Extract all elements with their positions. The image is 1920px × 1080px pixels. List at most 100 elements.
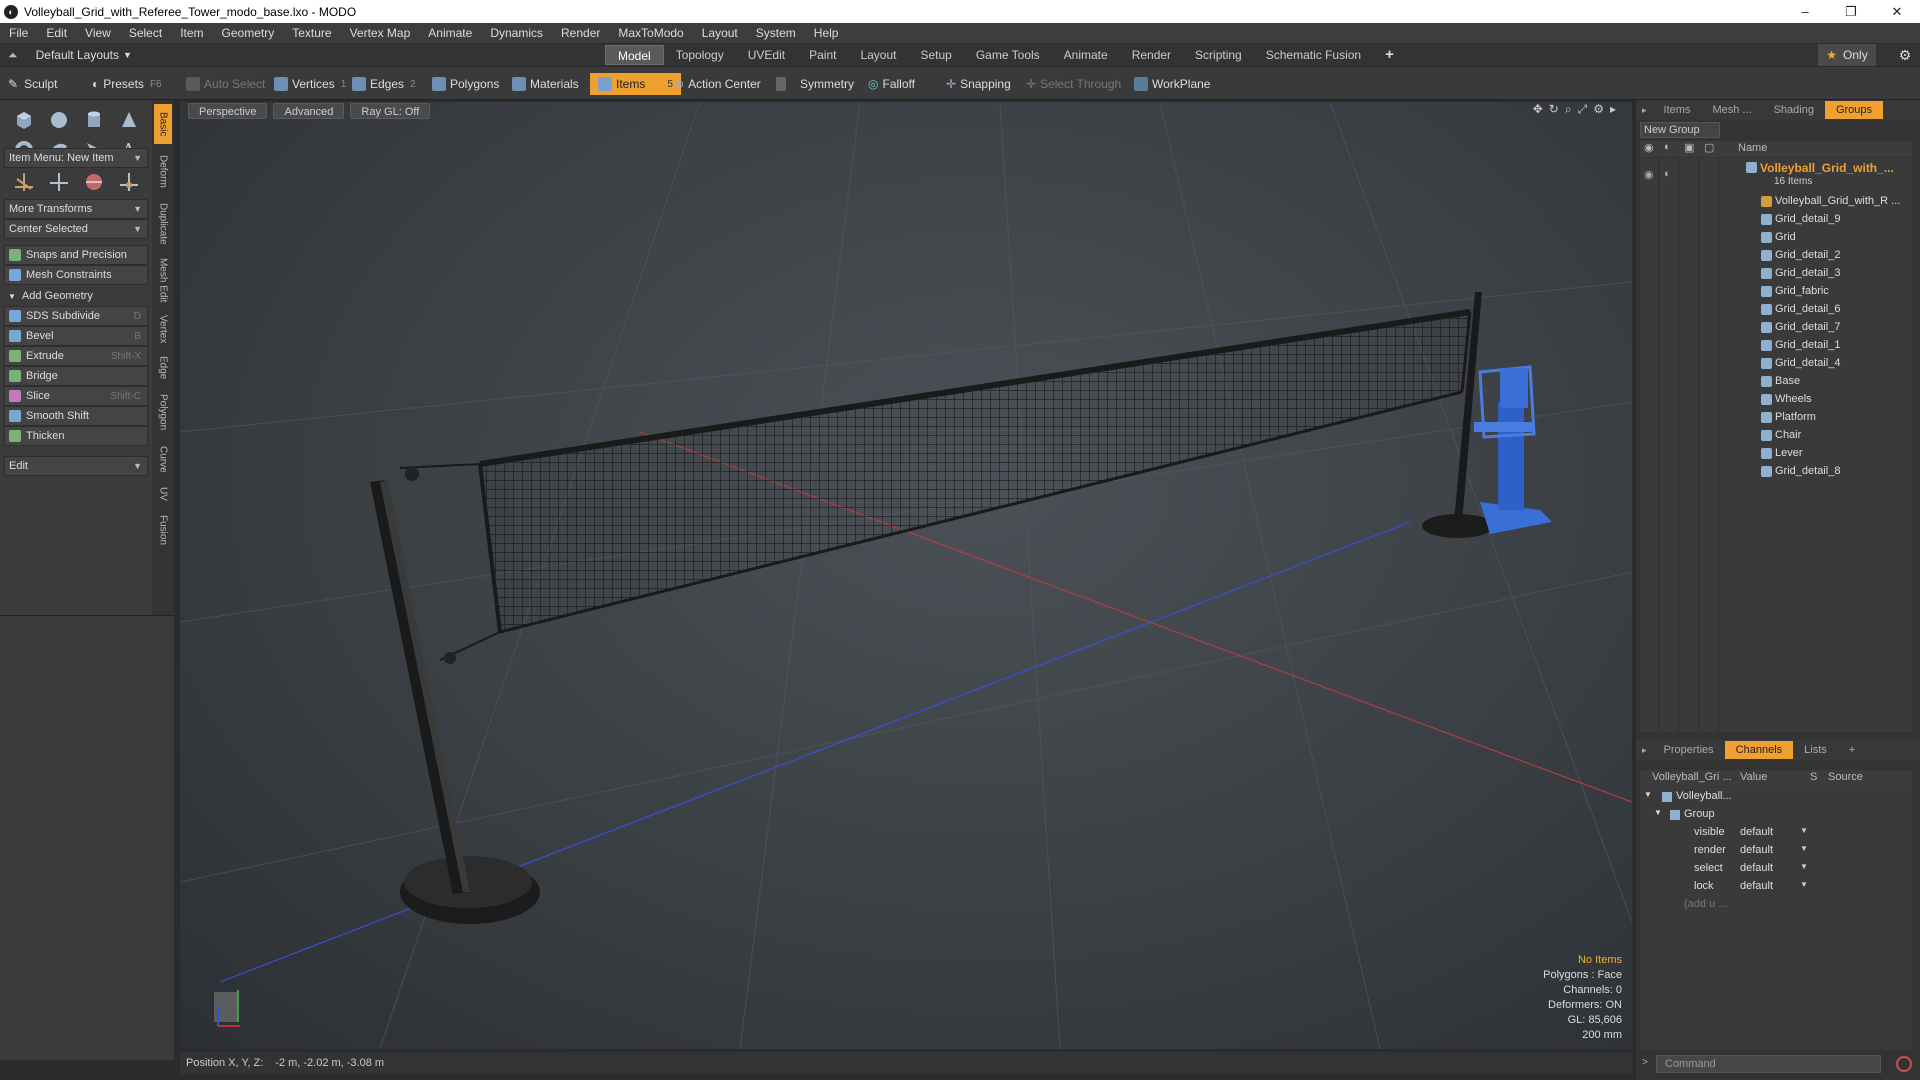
symmetry-button[interactable]: Symmetry [776, 73, 854, 95]
move-icon[interactable] [12, 170, 36, 194]
side-tab-polygon[interactable]: Polygon [154, 388, 172, 436]
eye-icon[interactable]: ◉ [1644, 141, 1654, 154]
tree-item[interactable]: Grid_fabric [1640, 282, 1912, 300]
add-user-channel[interactable]: (add u ... [1684, 898, 1727, 910]
side-tab-deform[interactable]: Deform [154, 148, 172, 194]
command-input[interactable]: Command [1656, 1055, 1881, 1073]
tab-uvedit[interactable]: UVEdit [736, 45, 797, 65]
chevron-down-icon[interactable]: ▼ [1800, 844, 1808, 853]
add-tab-button[interactable]: + [1838, 741, 1866, 759]
snapping-button[interactable]: ✛ Snapping [946, 73, 1011, 95]
item-menu-dropdown[interactable]: Item Menu: New Item ▼ [4, 148, 148, 168]
channel-value[interactable]: default [1740, 862, 1773, 874]
tree-item[interactable]: Volleyball_Grid_with_R ... [1640, 192, 1912, 210]
snaps-precision-button[interactable]: Snaps and Precision [4, 245, 148, 265]
tree-item[interactable]: Grid_detail_9 [1640, 210, 1912, 228]
extrude-button[interactable]: Extrude Shift-X [4, 346, 148, 366]
tab-game-tools[interactable]: Game Tools [964, 45, 1052, 65]
tab-shading[interactable]: Shading [1763, 101, 1825, 119]
menu-item[interactable]: Item [171, 26, 212, 40]
add-tab-button[interactable]: + [1373, 45, 1406, 65]
menu-geometry[interactable]: Geometry [213, 26, 284, 40]
side-tab-vertex[interactable]: Vertex [154, 310, 172, 348]
menu-select[interactable]: Select [120, 26, 171, 40]
advanced-button[interactable]: Advanced [273, 103, 345, 119]
tree-item[interactable]: Grid_detail_4 [1640, 354, 1912, 372]
layout-toggle-icon[interactable]: ⏶ [8, 48, 18, 63]
gear-icon[interactable]: ⚙ [1890, 44, 1920, 66]
add-user-channel-row[interactable]: (add u ... [1640, 896, 1912, 914]
thicken-button[interactable]: Thicken [4, 426, 148, 446]
menu-maxtomodo[interactable]: MaxToModo [609, 26, 692, 40]
menu-vertex-map[interactable]: Vertex Map [341, 26, 420, 40]
cube-icon[interactable] [12, 108, 36, 132]
sphere-icon[interactable] [47, 108, 71, 132]
channel-group-row[interactable]: ▼ Group [1640, 806, 1912, 824]
channel-row[interactable]: visible default ▼ [1640, 824, 1912, 842]
side-tab-basic[interactable]: Basic [154, 104, 172, 144]
tab-schematic-fusion[interactable]: Schematic Fusion [1254, 45, 1373, 65]
tab-render[interactable]: Render [1120, 45, 1183, 65]
raygl-button[interactable]: Ray GL: Off [350, 103, 431, 119]
center-selected-dropdown[interactable]: Center Selected ▼ [4, 219, 148, 239]
channel-value[interactable]: default [1740, 826, 1773, 838]
side-tab-duplicate[interactable]: Duplicate [154, 198, 172, 250]
bridge-button[interactable]: Bridge [4, 366, 148, 386]
select-through-button[interactable]: ✛ Select Through [1026, 73, 1121, 95]
materials-button[interactable]: Materials [512, 73, 579, 95]
select-icon[interactable]: ▢ [1704, 141, 1714, 154]
fit-icon[interactable]: ⤢ [1578, 102, 1588, 117]
tree-item[interactable]: Grid_detail_6 [1640, 300, 1912, 318]
expand-arrow-icon[interactable]: ▼ [1654, 808, 1662, 817]
bevel-button[interactable]: Bevel B [4, 326, 148, 346]
channel-root-row[interactable]: ▼ Volleyball... [1640, 788, 1912, 806]
tab-scripting[interactable]: Scripting [1183, 45, 1254, 65]
tab-paint[interactable]: Paint [797, 45, 848, 65]
chevron-down-icon[interactable]: ▼ [1800, 862, 1808, 871]
action-center-button[interactable]: ⊕ Action Center [674, 73, 761, 95]
items-button[interactable]: Items 5 [590, 73, 681, 95]
tree-item[interactable]: Grid_detail_1 [1640, 336, 1912, 354]
more-transforms-dropdown[interactable]: More Transforms ▼ [4, 199, 148, 219]
tab-layout[interactable]: Layout [848, 45, 908, 65]
play-icon[interactable]: ▸ [1610, 102, 1616, 117]
falloff-button[interactable]: ◎ Falloff [868, 73, 915, 95]
tab-groups[interactable]: Groups [1824, 101, 1884, 119]
rotate-icon[interactable] [47, 170, 71, 194]
lock-icon[interactable]: ▣ [1684, 141, 1694, 154]
sds-subdivide-button[interactable]: SDS Subdivide D [4, 306, 148, 326]
tab-items[interactable]: Items [1653, 101, 1702, 119]
menu-dynamics[interactable]: Dynamics [481, 26, 552, 40]
tree-item[interactable]: Grid_detail_2 [1640, 246, 1912, 264]
menu-texture[interactable]: Texture [283, 26, 340, 40]
presets-button[interactable]: ◐ Presets F6 [92, 73, 162, 95]
eye-icon[interactable]: ◉ [1644, 168, 1654, 181]
menu-system[interactable]: System [747, 26, 805, 40]
side-tab-curve[interactable]: Curve [154, 440, 172, 478]
maximize-button[interactable]: ❐ [1828, 0, 1874, 23]
edit-dropdown[interactable]: Edit ▼ [4, 456, 148, 476]
panel-menu-icon[interactable]: ▸ [1636, 105, 1653, 116]
tab-properties[interactable]: Properties [1653, 741, 1725, 759]
channel-value[interactable]: default [1740, 844, 1773, 856]
smooth-shift-button[interactable]: Smooth Shift [4, 406, 148, 426]
channel-row[interactable]: lock default ▼ [1640, 878, 1912, 896]
render-icon[interactable]: ◐ [1664, 168, 1671, 180]
menu-file[interactable]: File [0, 26, 37, 40]
panel-menu-icon[interactable]: ▸ [1636, 745, 1653, 756]
edges-button[interactable]: Edges 2 [352, 73, 416, 95]
tab-setup[interactable]: Setup [908, 45, 963, 65]
layout-selector[interactable]: ⏶ Default Layouts ▼ [0, 48, 150, 63]
tree-item[interactable]: Platform [1640, 408, 1912, 426]
menu-view[interactable]: View [76, 26, 120, 40]
tree-item[interactable]: Lever [1640, 444, 1912, 462]
close-button[interactable]: ✕ [1874, 0, 1920, 23]
menu-edit[interactable]: Edit [37, 26, 76, 40]
chevron-down-icon[interactable]: ▼ [1800, 880, 1808, 889]
record-icon[interactable] [1896, 1056, 1912, 1072]
side-tab-uv[interactable]: UV [154, 482, 172, 506]
perspective-button[interactable]: Perspective [188, 103, 268, 119]
menu-help[interactable]: Help [805, 26, 848, 40]
tree-item[interactable]: Base [1640, 372, 1912, 390]
workplane-button[interactable]: WorkPlane [1134, 73, 1210, 95]
